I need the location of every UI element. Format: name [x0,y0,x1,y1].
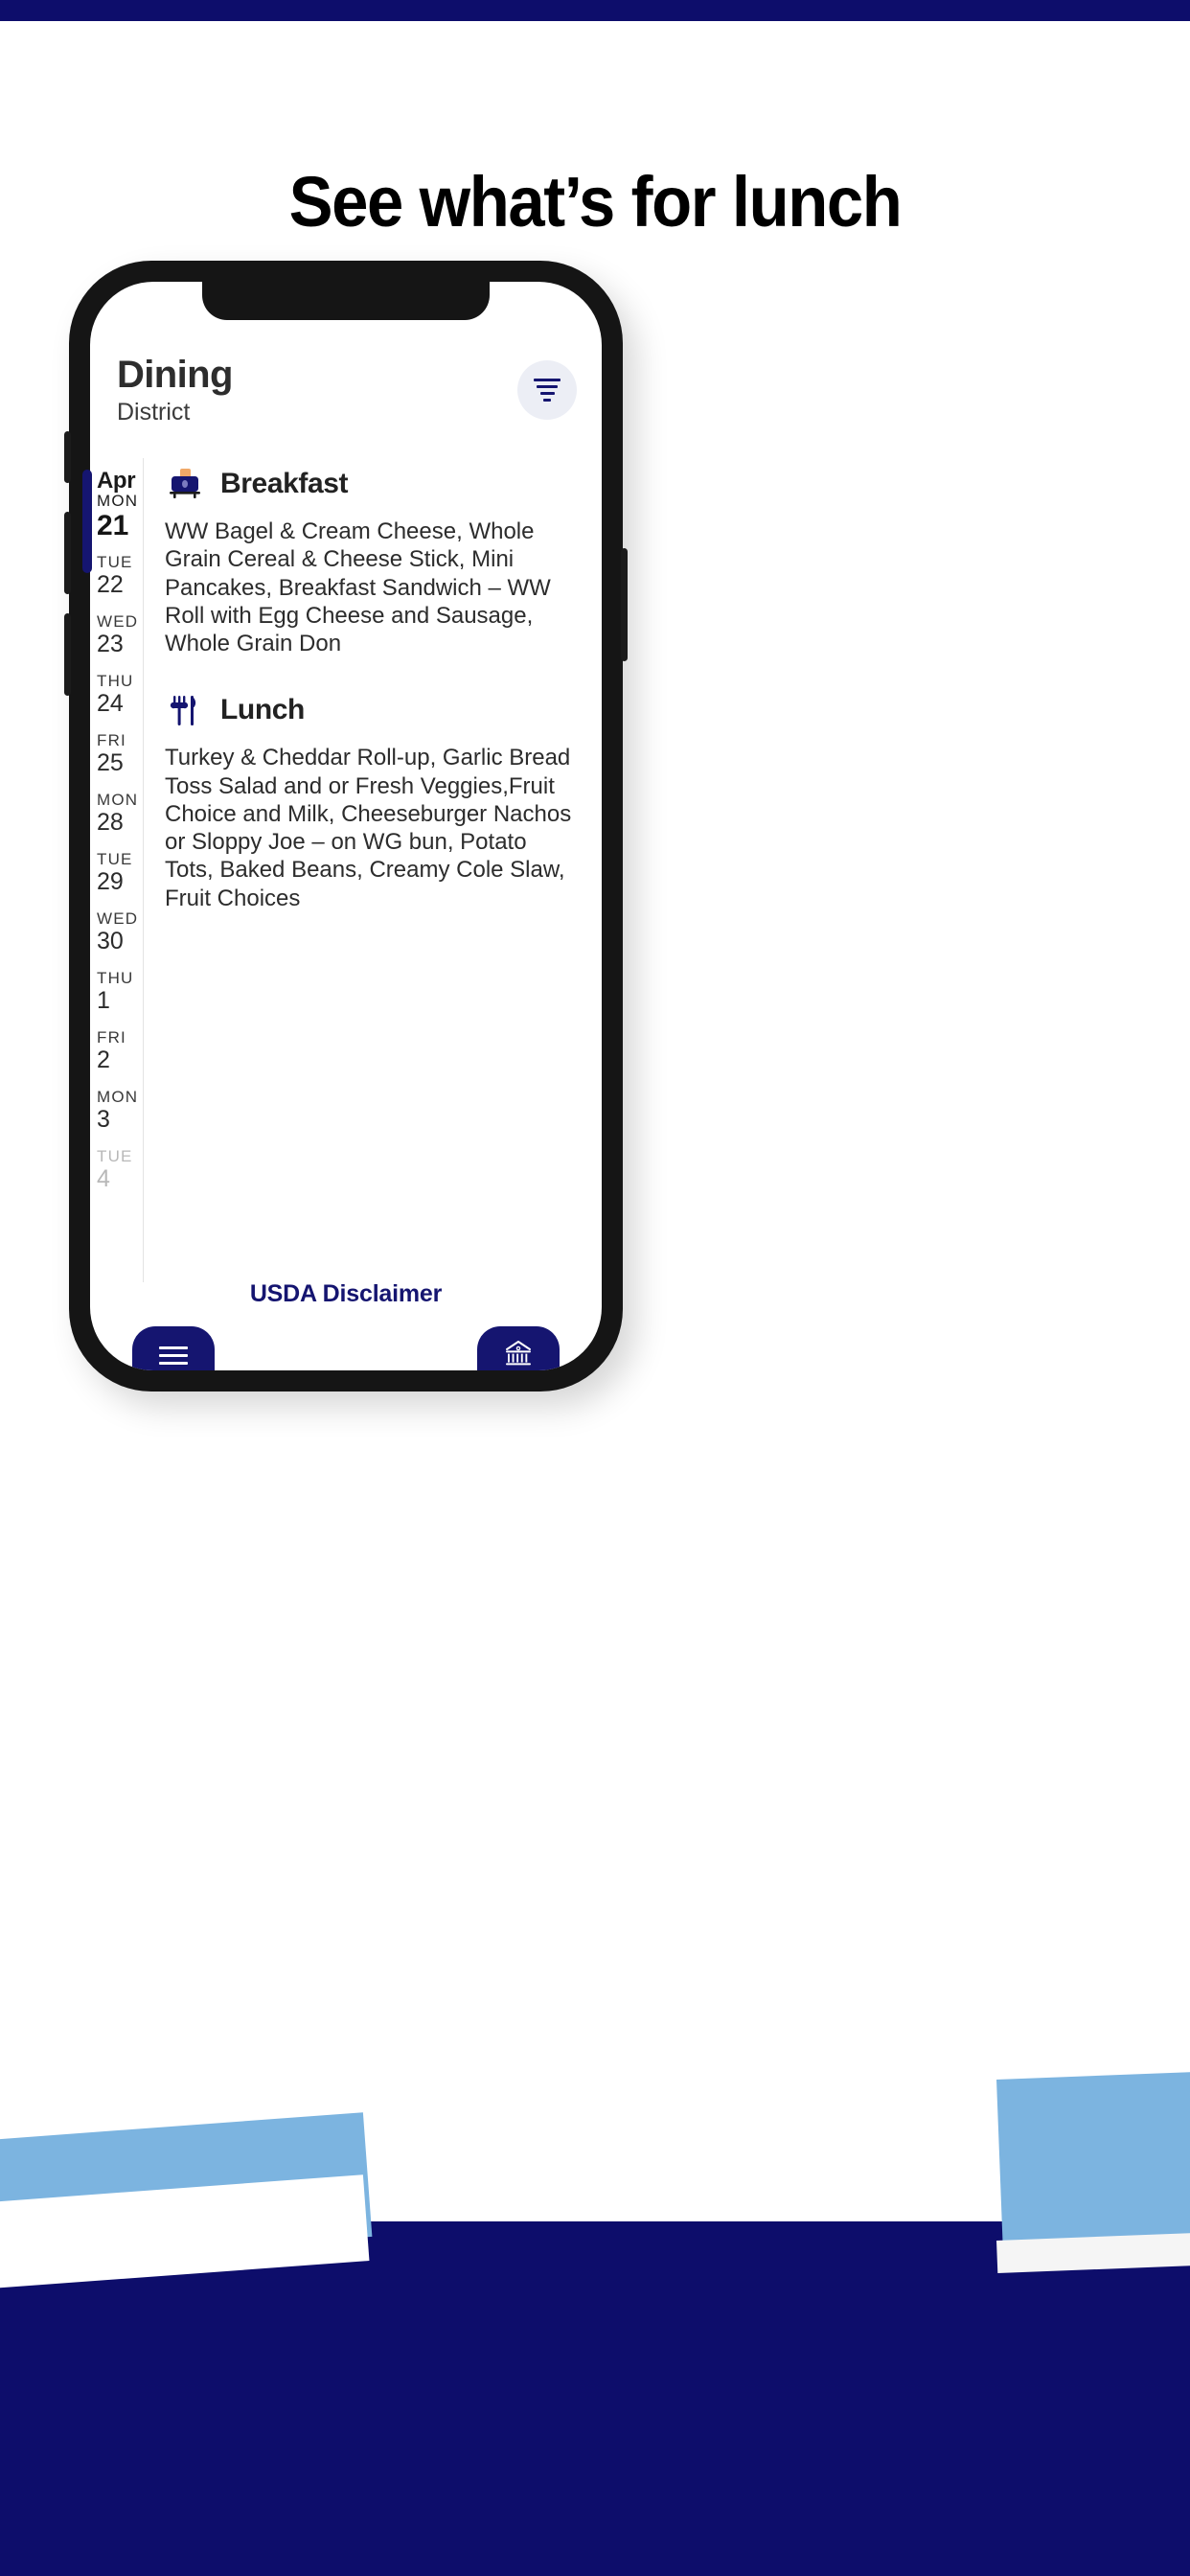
date-item[interactable]: MON 3 [90,1081,143,1140]
phone-screen: Dining District Apr MON 21 TUE 22 WED 23… [90,282,602,1370]
date-day: 24 [97,689,124,717]
date-item[interactable]: FRI 2 [90,1022,143,1081]
phone-mockup: Dining District Apr MON 21 TUE 22 WED 23… [64,261,628,1392]
date-day: 1 [97,986,110,1014]
date-item[interactable]: THU 24 [90,665,143,724]
schools-button[interactable]: Schools [477,1326,560,1370]
toaster-icon [165,464,205,504]
usda-disclaimer-link[interactable]: USDA Disclaimer [90,1280,602,1308]
date-dow: WED [97,908,139,928]
date-day: 23 [97,630,124,657]
date-item[interactable]: TUE 22 [90,546,143,606]
date-dow: FRI [97,730,126,749]
filter-button[interactable] [517,360,577,420]
date-item[interactable]: TUE 29 [90,843,143,903]
date-dow: MON [97,1087,139,1106]
date-day: 4 [97,1164,110,1192]
app-header: Dining District [90,355,602,454]
meals-list: Breakfast WW Bagel & Cream Cheese, Whole… [144,458,602,1282]
menu-button[interactable]: Menu [132,1326,215,1370]
fork-knife-icon [165,690,205,730]
meal-title: Breakfast [220,468,349,499]
page-subtitle: District [117,399,191,426]
meal-items: WW Bagel & Cream Cheese, Whole Grain Cer… [165,518,551,657]
date-dow: TUE [97,552,133,571]
filter-icon [534,379,561,402]
date-day: 2 [97,1046,110,1073]
date-item[interactable]: WED 30 [90,903,143,962]
date-item[interactable]: THU 1 [90,962,143,1022]
date-day: 30 [97,927,124,954]
page-headline: See what’s for lunch [288,162,903,242]
meal-header-breakfast: Breakfast [165,464,581,504]
date-item[interactable]: Apr MON 21 [90,464,143,546]
date-day: 29 [97,867,124,895]
phone-power-button [621,548,628,661]
date-day: 28 [97,808,124,836]
date-day: 21 [97,510,129,542]
date-month: Apr [97,467,136,494]
date-item[interactable]: MON 28 [90,784,143,843]
date-dow: TUE [97,1146,133,1165]
decorative-blue-band-right [996,2067,1190,2257]
date-day: 25 [97,748,124,776]
meal-title: Lunch [220,694,305,726]
school-building-icon [502,1339,535,1370]
date-day: 3 [97,1105,110,1133]
page-title: Dining [117,354,233,396]
phone-volume-down-button [64,613,71,696]
phone-volume-up-button [64,512,71,594]
phone-mute-switch [64,431,71,483]
date-item[interactable]: TUE 4 [90,1140,143,1200]
menu-content: Apr MON 21 TUE 22 WED 23 THU 24 FRI 25 M… [90,458,602,1282]
date-rail[interactable]: Apr MON 21 TUE 22 WED 23 THU 24 FRI 25 M… [90,458,144,1282]
date-dow: MON [97,491,139,510]
meal-items: Turkey & Cheddar Roll-up, Garlic Bread T… [165,745,572,911]
date-item[interactable]: FRI 25 [90,724,143,784]
phone-notch [202,282,490,320]
date-item[interactable]: WED 23 [90,606,143,665]
date-dow: THU [97,671,134,690]
date-day: 22 [97,570,124,598]
date-dow: TUE [97,849,133,868]
meal-header-lunch: Lunch [165,690,581,730]
selected-date-indicator [82,470,92,573]
date-dow: WED [97,611,139,631]
hamburger-icon [159,1346,188,1365]
date-dow: MON [97,790,139,809]
top-accent-bar [0,0,1190,21]
date-dow: FRI [97,1027,126,1046]
date-dow: THU [97,968,134,987]
